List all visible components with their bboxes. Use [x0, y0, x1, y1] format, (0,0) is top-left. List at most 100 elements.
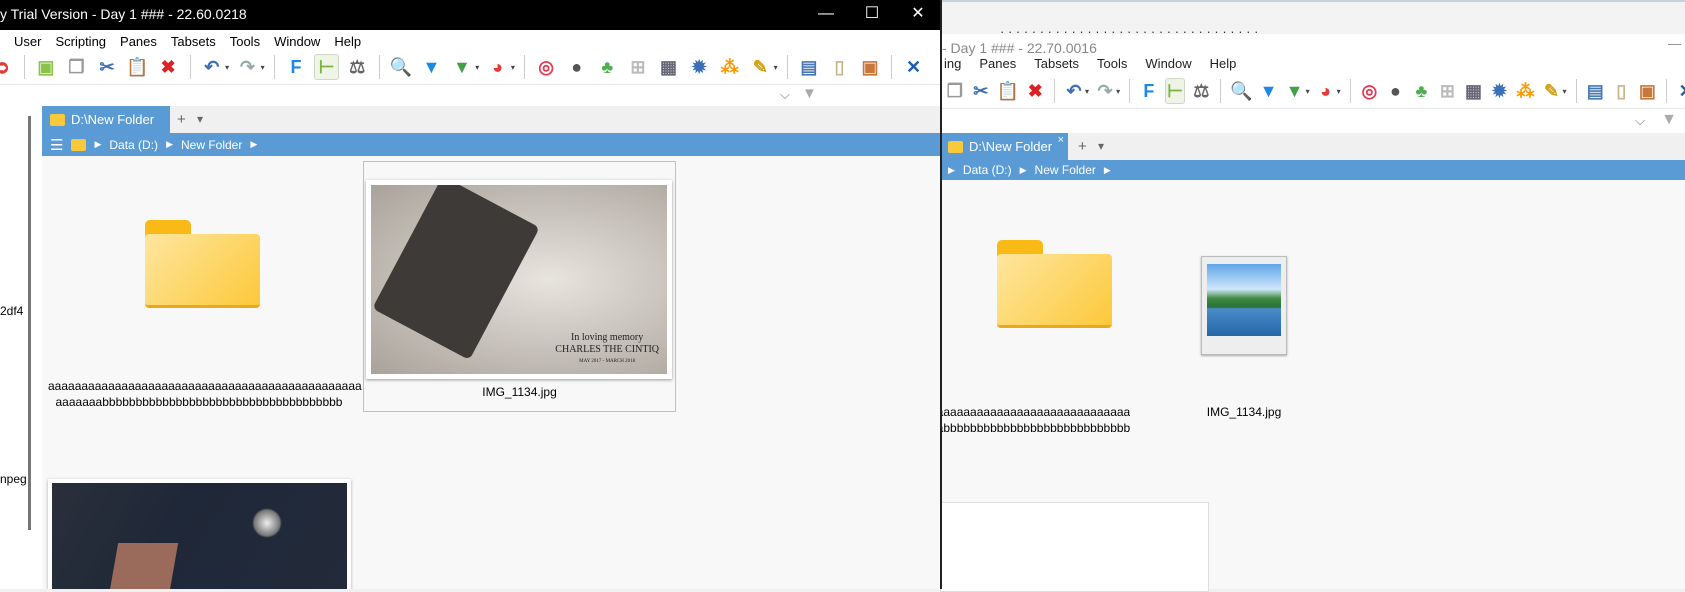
dropdown-arrow-icon[interactable]: ▾: [1337, 87, 1341, 96]
tree-view-icon[interactable]: ⊢: [1164, 78, 1186, 104]
undo-icon[interactable]: ↶: [1064, 78, 1084, 104]
panel-icon[interactable]: ▯: [827, 54, 852, 80]
delete-icon[interactable]: ✖: [156, 54, 181, 80]
folder-icon[interactable]: [997, 240, 1112, 328]
filter-icon[interactable]: ▼: [1661, 111, 1677, 129]
moon-icon[interactable]: ●: [1385, 78, 1405, 104]
moon-icon[interactable]: ●: [564, 54, 589, 80]
pie-icon[interactable]: ◕: [485, 54, 510, 80]
search-icon[interactable]: 🔍: [1230, 78, 1252, 104]
cut-icon[interactable]: ✂: [95, 54, 120, 80]
tab-menu-button[interactable]: ▾: [197, 112, 203, 126]
image-thumbnail[interactable]: [1201, 256, 1287, 355]
tab-new-folder[interactable]: D:\New Folder ×: [940, 133, 1068, 160]
brush-icon[interactable]: ✎: [748, 54, 773, 80]
scrollbar[interactable]: [28, 116, 31, 530]
add-tab-button[interactable]: +: [1078, 138, 1087, 155]
badge-icon[interactable]: ✹: [1489, 78, 1509, 104]
brush-icon[interactable]: ✎: [1542, 78, 1562, 104]
dropdown-arrow-icon[interactable]: ▾: [1116, 87, 1120, 96]
menu-item[interactable]: User: [14, 34, 41, 49]
copy-icon[interactable]: ❐: [945, 78, 965, 104]
dropdown-chevron-icon[interactable]: ⌵: [1635, 113, 1645, 129]
maximize-button[interactable]: ☐: [852, 0, 892, 30]
frame-icon[interactable]: ▣: [858, 54, 883, 80]
tree-icon[interactable]: ♣: [595, 54, 620, 80]
pie-icon[interactable]: ◕: [1316, 78, 1336, 104]
filter-icon[interactable]: ▼: [802, 85, 817, 102]
folder-item-label[interactable]: aaaaaaaaaaaaaaaaaaaaaaaaaaaaaaaaaaaaaaaa…: [930, 404, 1130, 436]
search-icon[interactable]: 🔍: [388, 54, 413, 80]
table-icon[interactable]: ▦: [1463, 78, 1483, 104]
colors-icon[interactable]: ⁂: [1515, 78, 1535, 104]
menu-item[interactable]: Window: [274, 34, 320, 49]
add-tab-button[interactable]: +: [177, 111, 186, 128]
cut-icon[interactable]: ✂: [971, 78, 991, 104]
table-icon[interactable]: ▦: [656, 54, 681, 80]
weight-icon[interactable]: ⚖: [345, 54, 370, 80]
dropdown-arrow-icon[interactable]: ▾: [1563, 87, 1567, 96]
hamburger-menu-icon[interactable]: ☰: [50, 136, 63, 154]
filter-green-icon[interactable]: ▼: [450, 54, 475, 80]
badge-icon[interactable]: ✹: [687, 54, 712, 80]
weight-icon[interactable]: ⚖: [1191, 78, 1211, 104]
filter-icon[interactable]: ▼: [419, 54, 444, 80]
menu-item[interactable]: Panes: [979, 56, 1016, 78]
frame-icon[interactable]: ▣: [1637, 78, 1657, 104]
dropdown-arrow-icon[interactable]: ▾: [261, 63, 265, 72]
f-icon[interactable]: F: [1139, 78, 1159, 104]
close-button[interactable]: ✕: [898, 0, 938, 30]
redo-icon[interactable]: ↷: [1095, 78, 1115, 104]
menu-item[interactable]: Tools: [230, 34, 260, 49]
image-item-label[interactable]: IMG_1134.jpg: [1174, 404, 1314, 420]
dropdown-arrow-icon[interactable]: ▾: [511, 63, 515, 72]
menu-item[interactable]: Tools: [1097, 56, 1127, 78]
paste-icon[interactable]: 📋: [125, 54, 150, 80]
spiral-icon[interactable]: ◎: [1359, 78, 1379, 104]
dropdown-chevron-icon[interactable]: ⌵: [780, 87, 790, 103]
copy-icon[interactable]: ❐: [64, 54, 89, 80]
filter-icon[interactable]: ▼: [1259, 78, 1279, 104]
grid-icon[interactable]: ⊞: [626, 54, 651, 80]
dropdown-arrow-icon[interactable]: ▾: [1306, 87, 1310, 96]
menu-item[interactable]: Tabsets: [1034, 56, 1079, 78]
tab-menu-button[interactable]: ▾: [1098, 139, 1104, 153]
tab-new-folder[interactable]: D:\New Folder: [42, 106, 170, 133]
image-item-selected[interactable]: In loving memory CHARLES THE CINTIQ MAY …: [363, 161, 676, 412]
breadcrumb-data-d[interactable]: Data (D:): [109, 138, 158, 152]
menu-item[interactable]: Help: [334, 34, 361, 49]
grid-icon[interactable]: ⊞: [1437, 78, 1457, 104]
menu-item[interactable]: Panes: [120, 34, 157, 49]
breadcrumb-data-d[interactable]: Data (D:): [963, 163, 1012, 177]
back-icon[interactable]: ➲: [0, 54, 15, 80]
close-tab-icon[interactable]: ×: [1058, 134, 1064, 146]
folder-item-label[interactable]: aaaaaaaaaaaaaaaaaaaaaaaaaaaaaaaaaaaaaaaa…: [48, 378, 362, 410]
menu-item[interactable]: Help: [1210, 56, 1237, 78]
dropdown-arrow-icon[interactable]: ▾: [1085, 87, 1089, 96]
panel-icon[interactable]: ▯: [1611, 78, 1631, 104]
spiral-icon[interactable]: ◎: [534, 54, 559, 80]
folder-icon[interactable]: [145, 220, 260, 308]
f-icon[interactable]: F: [284, 54, 309, 80]
menu-item[interactable]: Tabsets: [171, 34, 216, 49]
menu-item[interactable]: Window: [1145, 56, 1191, 78]
breadcrumb-new-folder[interactable]: New Folder: [1035, 163, 1096, 177]
menu-item[interactable]: Scripting: [55, 34, 106, 49]
paste-icon[interactable]: 📋: [997, 78, 1019, 104]
redo-icon[interactable]: ↷: [235, 54, 260, 80]
colors-icon[interactable]: ⁂: [717, 54, 742, 80]
delete-icon[interactable]: ✖: [1025, 78, 1045, 104]
dropdown-arrow-icon[interactable]: ▾: [225, 63, 229, 72]
split-icon[interactable]: ▤: [1585, 78, 1605, 104]
new-folder-icon[interactable]: ▣: [34, 54, 59, 80]
filter-green-icon[interactable]: ▼: [1285, 78, 1305, 104]
tools-icon[interactable]: ✕: [1676, 78, 1685, 104]
image-thumbnail[interactable]: [48, 479, 351, 589]
dropdown-arrow-icon[interactable]: ▾: [774, 63, 778, 72]
tree-view-icon[interactable]: ⊢: [314, 54, 339, 80]
minimize-button[interactable]: —: [806, 0, 846, 30]
tools-icon[interactable]: ✕: [901, 54, 926, 80]
breadcrumb-new-folder[interactable]: New Folder: [181, 138, 242, 152]
minimize-button[interactable]: —: [1668, 36, 1681, 51]
tree-icon[interactable]: ♣: [1411, 78, 1431, 104]
